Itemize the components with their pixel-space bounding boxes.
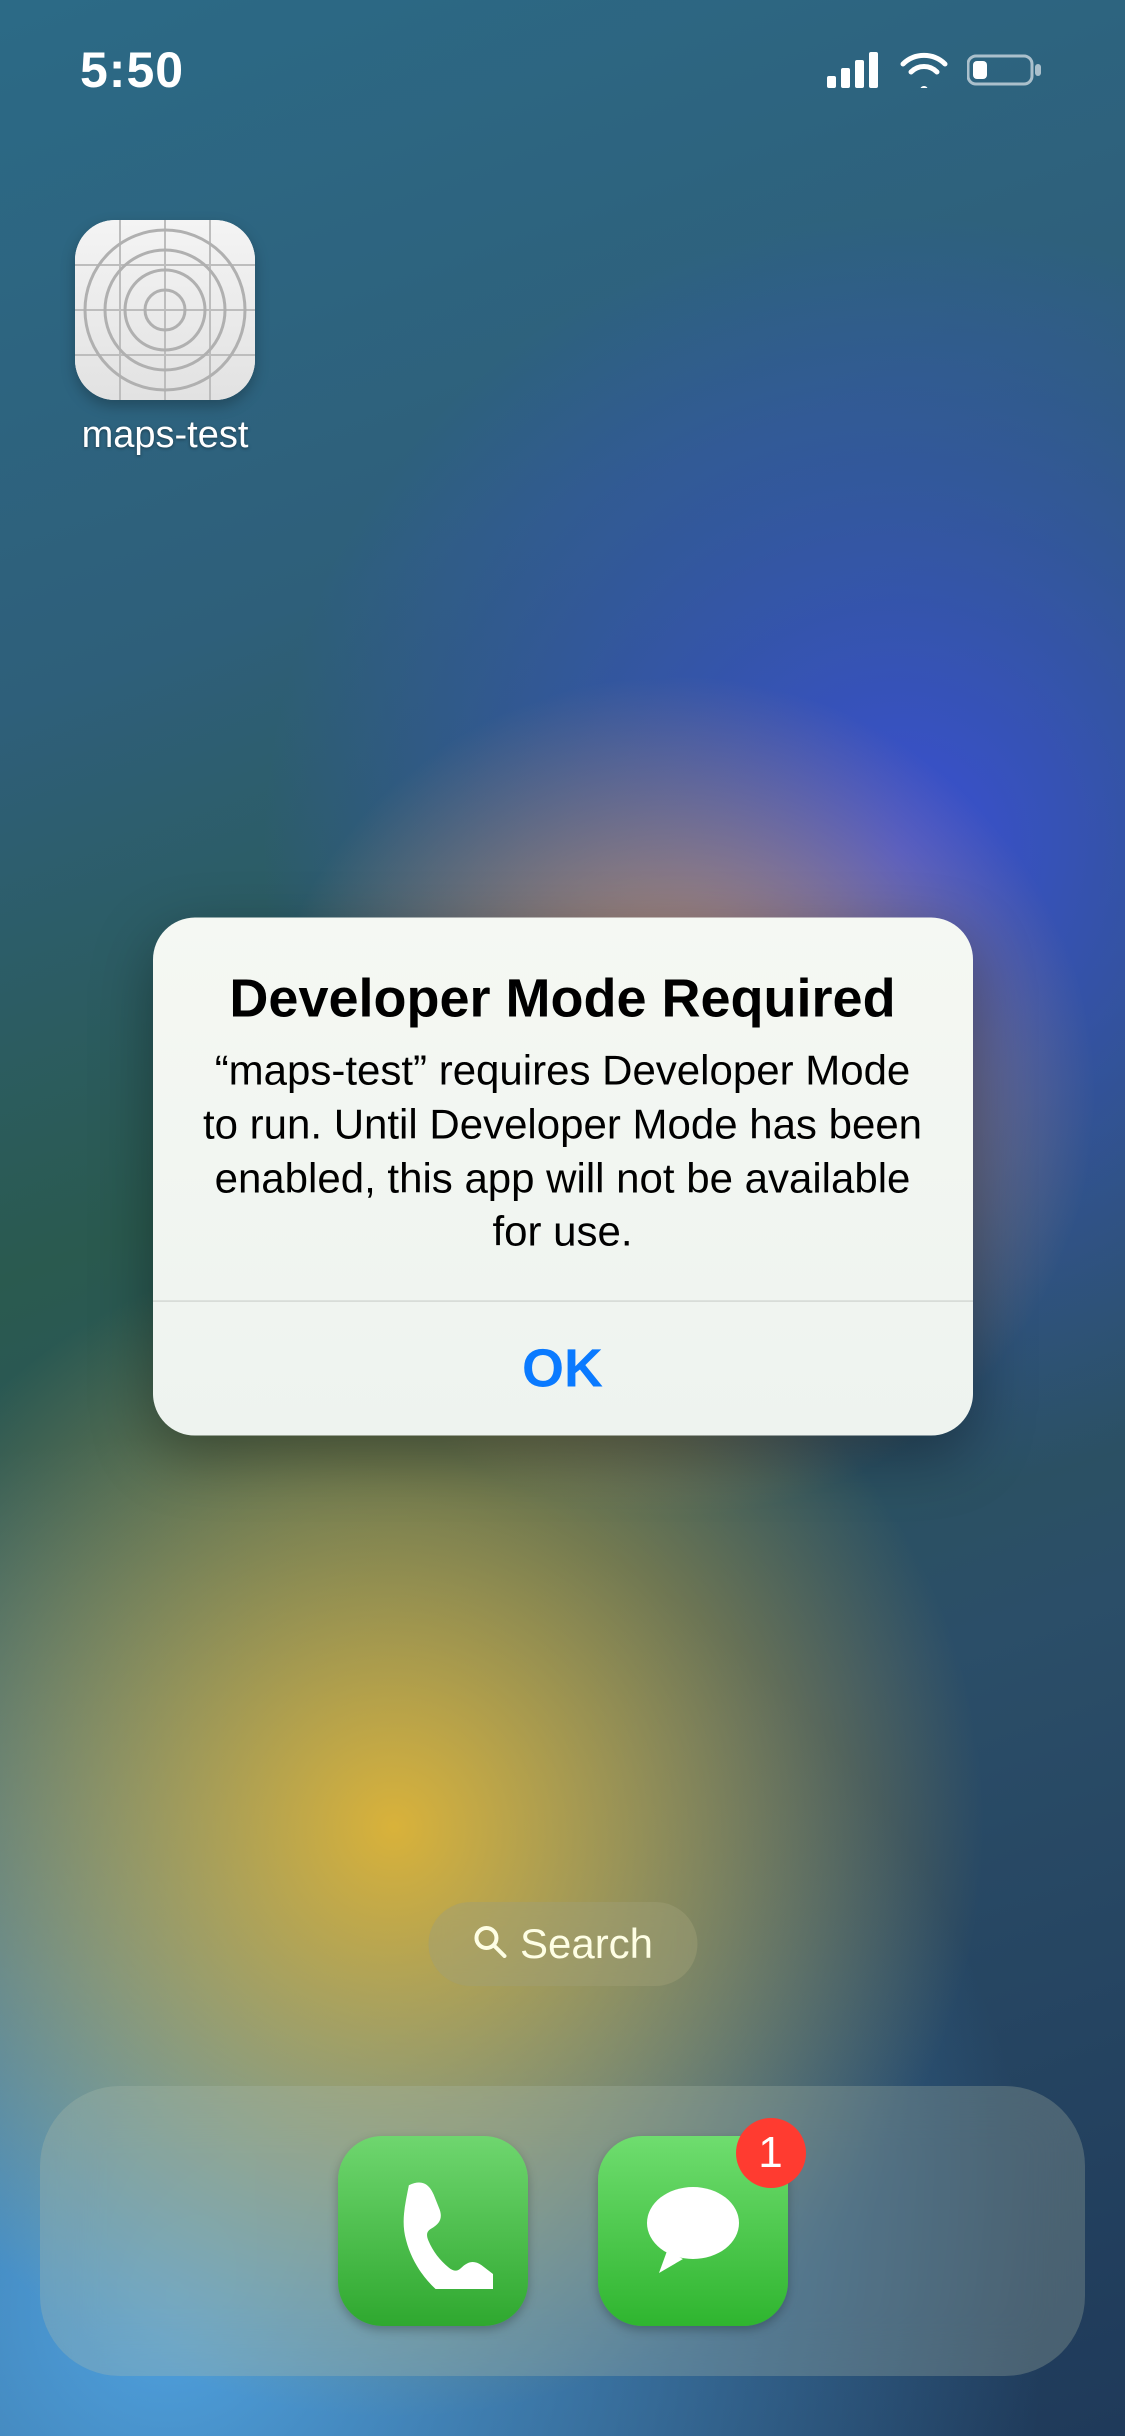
- alert-message: “maps-test” requires Developer Mode to r…: [201, 1044, 925, 1259]
- developer-mode-alert: Developer Mode Required “maps-test” requ…: [153, 918, 973, 1436]
- ok-button[interactable]: OK: [153, 1302, 973, 1436]
- alert-title: Developer Mode Required: [201, 968, 925, 1030]
- home-screen: 5:50: [0, 0, 1125, 2436]
- alert-backdrop: Developer Mode Required “maps-test” requ…: [0, 0, 1125, 2436]
